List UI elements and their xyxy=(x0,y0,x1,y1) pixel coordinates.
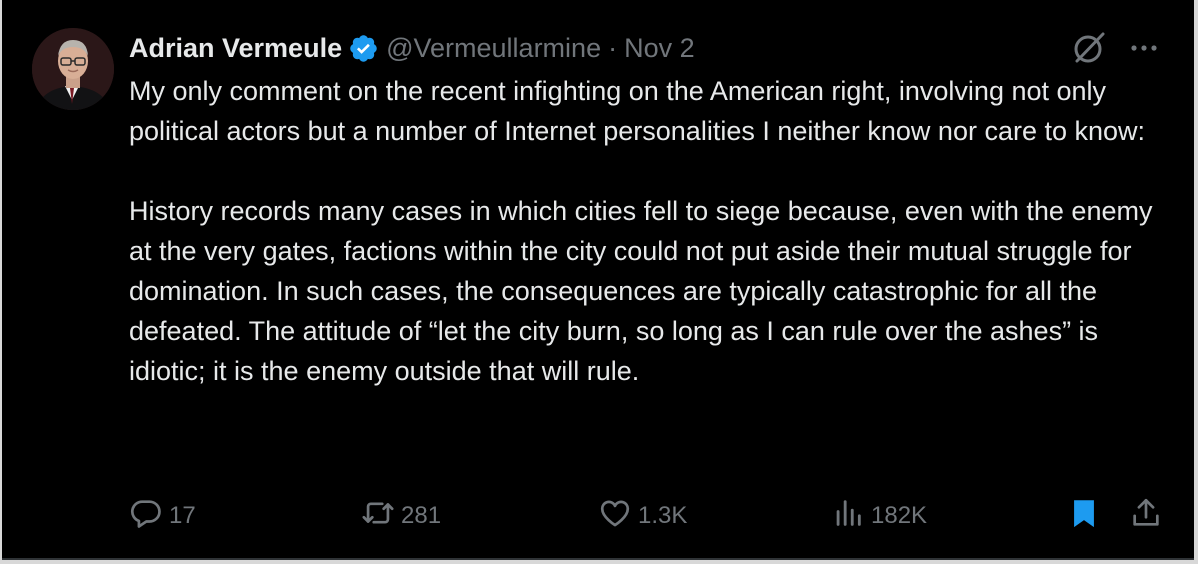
reply-icon xyxy=(129,496,163,537)
repost-button[interactable]: 281 xyxy=(361,496,441,536)
display-name[interactable]: Adrian Vermeule xyxy=(129,33,342,64)
reply-count: 17 xyxy=(169,502,196,529)
action-bar: 17 281 1.3K 182K xyxy=(129,496,1169,536)
tweet-text: My only comment on the recent infighting… xyxy=(129,71,1169,391)
share-icon xyxy=(1129,496,1163,537)
like-button[interactable]: 1.3K xyxy=(598,496,687,536)
views-count: 182K xyxy=(871,502,928,529)
tweet-paragraph: History records many cases in which citi… xyxy=(129,196,1153,386)
bookmark-button[interactable] xyxy=(1067,496,1101,536)
separator-dot: · xyxy=(608,32,618,63)
reply-button[interactable]: 17 xyxy=(129,496,196,536)
tweet-date[interactable]: Nov 2 xyxy=(624,33,695,64)
bookmark-icon xyxy=(1067,496,1101,537)
tweet-header: Adrian Vermeule @Vermeullarmine · Nov 2 xyxy=(129,29,695,67)
avatar[interactable] xyxy=(32,28,114,110)
tweet-card[interactable]: Adrian Vermeule @Vermeullarmine · Nov 2 … xyxy=(2,0,1194,560)
like-count: 1.3K xyxy=(638,502,688,529)
share-button[interactable] xyxy=(1129,496,1163,536)
verified-badge-icon[interactable] xyxy=(348,33,379,64)
repost-count: 281 xyxy=(401,502,442,529)
author-handle[interactable]: @Vermeullarmine xyxy=(386,33,601,64)
more-icon[interactable] xyxy=(1126,31,1162,65)
grok-icon[interactable] xyxy=(1072,31,1106,65)
repost-icon xyxy=(361,496,395,537)
tweet-paragraph: My only comment on the recent infighting… xyxy=(129,76,1146,146)
views-button[interactable]: 182K xyxy=(831,496,927,536)
heart-icon xyxy=(598,496,632,537)
views-icon xyxy=(831,496,865,537)
